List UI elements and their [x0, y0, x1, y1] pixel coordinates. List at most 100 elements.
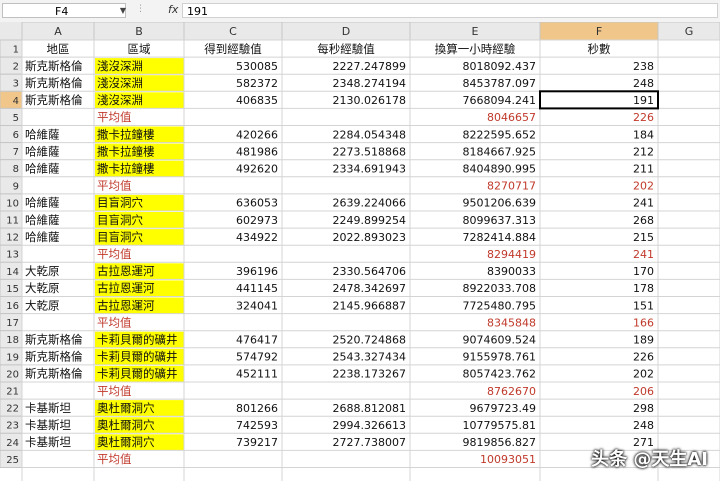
row-header-label: 25 [6, 455, 19, 466]
row-header-label: 19 [6, 352, 19, 363]
spreadsheet-grid[interactable]: A B C D E F G 1 2 3 4 5 6 7 8 9 10 11 12 13 14 15 16 17 18 19 20 21… [0, 22, 720, 481]
cell-zone: 卡莉貝爾的礦井 [97, 350, 178, 364]
cell-seconds: 178 [633, 282, 654, 295]
cell-average-label: 平均值 [97, 315, 132, 329]
row-header-label: 21 [6, 387, 19, 398]
column-header-label: E [472, 25, 479, 38]
cell-seconds: 268 [633, 214, 654, 227]
row-header-label: 23 [6, 421, 19, 432]
cell-region: 哈維薩 [25, 162, 60, 176]
cell-region: 大乾原 [25, 264, 60, 278]
cell-seconds: 202 [633, 180, 654, 193]
row-header-label: 14 [6, 267, 19, 278]
row-header-label: 7 [13, 147, 19, 158]
cell-exp-per-sec: 2273.518868 [333, 145, 406, 158]
cell-exp-per-hour: 9501206.639 [463, 197, 536, 210]
column-header-label: D [342, 25, 350, 38]
cell-seconds: 166 [633, 316, 654, 329]
cell-average-label: 平均值 [97, 110, 132, 124]
cell-seconds: 191 [633, 94, 654, 107]
cell-exp: 324041 [236, 299, 278, 312]
cell-exp-per-sec: 2022.893023 [333, 231, 406, 244]
cell-exp-per-hour: 9679723.49 [470, 402, 536, 415]
cell-exp-per-sec: 2478.342697 [333, 282, 406, 295]
cell-region: 卡基斯坦 [25, 418, 71, 432]
header-cell: 秒數 [588, 42, 611, 56]
cell-zone: 古拉恩運河 [97, 264, 155, 278]
cell-exp-per-hour: 8294419 [487, 248, 536, 261]
cell-average-label: 平均值 [97, 247, 132, 261]
cell-exp-per-hour: 8018092.437 [463, 60, 536, 73]
cell-zone: 淺沒深淵 [97, 59, 143, 73]
cell-exp-per-hour: 9074609.524 [463, 334, 536, 347]
cell-exp-per-sec: 2130.026178 [333, 94, 406, 107]
cell-seconds: 248 [633, 77, 654, 90]
row-header-label: 6 [13, 130, 19, 141]
cell-exp-per-hour: 8184667.925 [463, 145, 536, 158]
function-icon[interactable]: fx [168, 3, 178, 16]
row-header-label: 12 [6, 233, 19, 244]
cell-exp: 602973 [236, 214, 278, 227]
cell-exp-per-hour: 10779575.81 [463, 419, 536, 432]
cell-exp: 742593 [236, 419, 278, 432]
cell-exp-per-sec: 2688.812081 [333, 402, 406, 415]
formula-input[interactable]: 191 [182, 3, 718, 18]
cell-region: 卡基斯坦 [25, 435, 71, 449]
chevron-down-icon[interactable]: ▼ [118, 3, 128, 18]
cell-zone: 目盲洞穴 [97, 196, 143, 210]
cell-exp-per-hour: 8762670 [487, 385, 536, 398]
row-header-label: 8 [13, 164, 19, 175]
row-header-label: 11 [6, 216, 19, 227]
cell-zone: 卡莉貝爾的礦井 [97, 333, 178, 347]
cell-exp: 481986 [236, 145, 278, 158]
cell-zone: 目盲洞穴 [97, 213, 143, 227]
cell-region: 大乾原 [25, 298, 60, 312]
row-header-label: 4 [13, 96, 19, 107]
cell-exp-per-hour: 8453787.097 [463, 77, 536, 90]
cell-exp-per-sec: 2520.724868 [333, 334, 406, 347]
cell-seconds: 170 [633, 265, 654, 278]
cell-zone: 古拉恩運河 [97, 298, 155, 312]
name-box[interactable]: F4 [2, 3, 126, 18]
cell-exp: 434922 [236, 231, 278, 244]
cell-seconds: 151 [633, 299, 654, 312]
cell-average-label: 平均值 [97, 179, 132, 193]
cell-seconds: 241 [633, 197, 654, 210]
cell-region: 哈維薩 [25, 196, 60, 210]
cell-exp: 574792 [236, 351, 278, 364]
row-header-label: 17 [6, 318, 19, 329]
cell-exp: 739217 [236, 436, 278, 449]
cell-seconds: 298 [633, 402, 654, 415]
cell-seconds: 189 [633, 334, 654, 347]
cell-zone: 卡莉貝爾的礦井 [97, 367, 178, 381]
cell-region: 哈維薩 [25, 213, 60, 227]
cell-exp-per-hour: 8270717 [487, 180, 536, 193]
cell-exp-per-hour: 10093051 [480, 453, 536, 466]
column-header-label: G [685, 25, 694, 38]
cell-exp-per-sec: 2348.274194 [333, 77, 406, 90]
row-header-label: 2 [13, 62, 19, 73]
column-header-label: C [229, 25, 237, 38]
cell-zone: 撒卡拉鐘樓 [97, 144, 155, 158]
cell-region: 哈維薩 [25, 127, 60, 141]
cell-region: 大乾原 [25, 281, 60, 295]
cell-zone: 淺沒深淵 [97, 76, 143, 90]
cell-exp-per-sec: 2249.899254 [333, 214, 406, 227]
cell-exp-per-hour: 7725480.795 [463, 299, 536, 312]
cell-exp: 441145 [236, 282, 278, 295]
cell-seconds: 211 [633, 163, 654, 176]
grid-canvas: A B C D E F G123456789101112131415161718192021… [0, 22, 720, 481]
cell-exp-per-sec: 2994.326613 [333, 419, 406, 432]
cell-region: 哈維薩 [25, 230, 60, 244]
cell-exp: 801266 [236, 402, 278, 415]
row-header-label: 15 [6, 284, 19, 295]
cell-exp-per-hour: 8922033.708 [463, 282, 536, 295]
cell-exp-per-hour: 8390033 [487, 265, 536, 278]
row-header-label: 13 [6, 250, 19, 261]
header-cell: 區域 [128, 42, 151, 56]
cell-exp-per-sec: 2145.966887 [333, 299, 406, 312]
cell-exp-per-hour: 8404890.995 [463, 163, 536, 176]
cell-exp-per-sec: 2238.173267 [333, 368, 406, 381]
cell-zone: 目盲洞穴 [97, 230, 143, 244]
header-cell: 得到經驗值 [204, 42, 262, 56]
